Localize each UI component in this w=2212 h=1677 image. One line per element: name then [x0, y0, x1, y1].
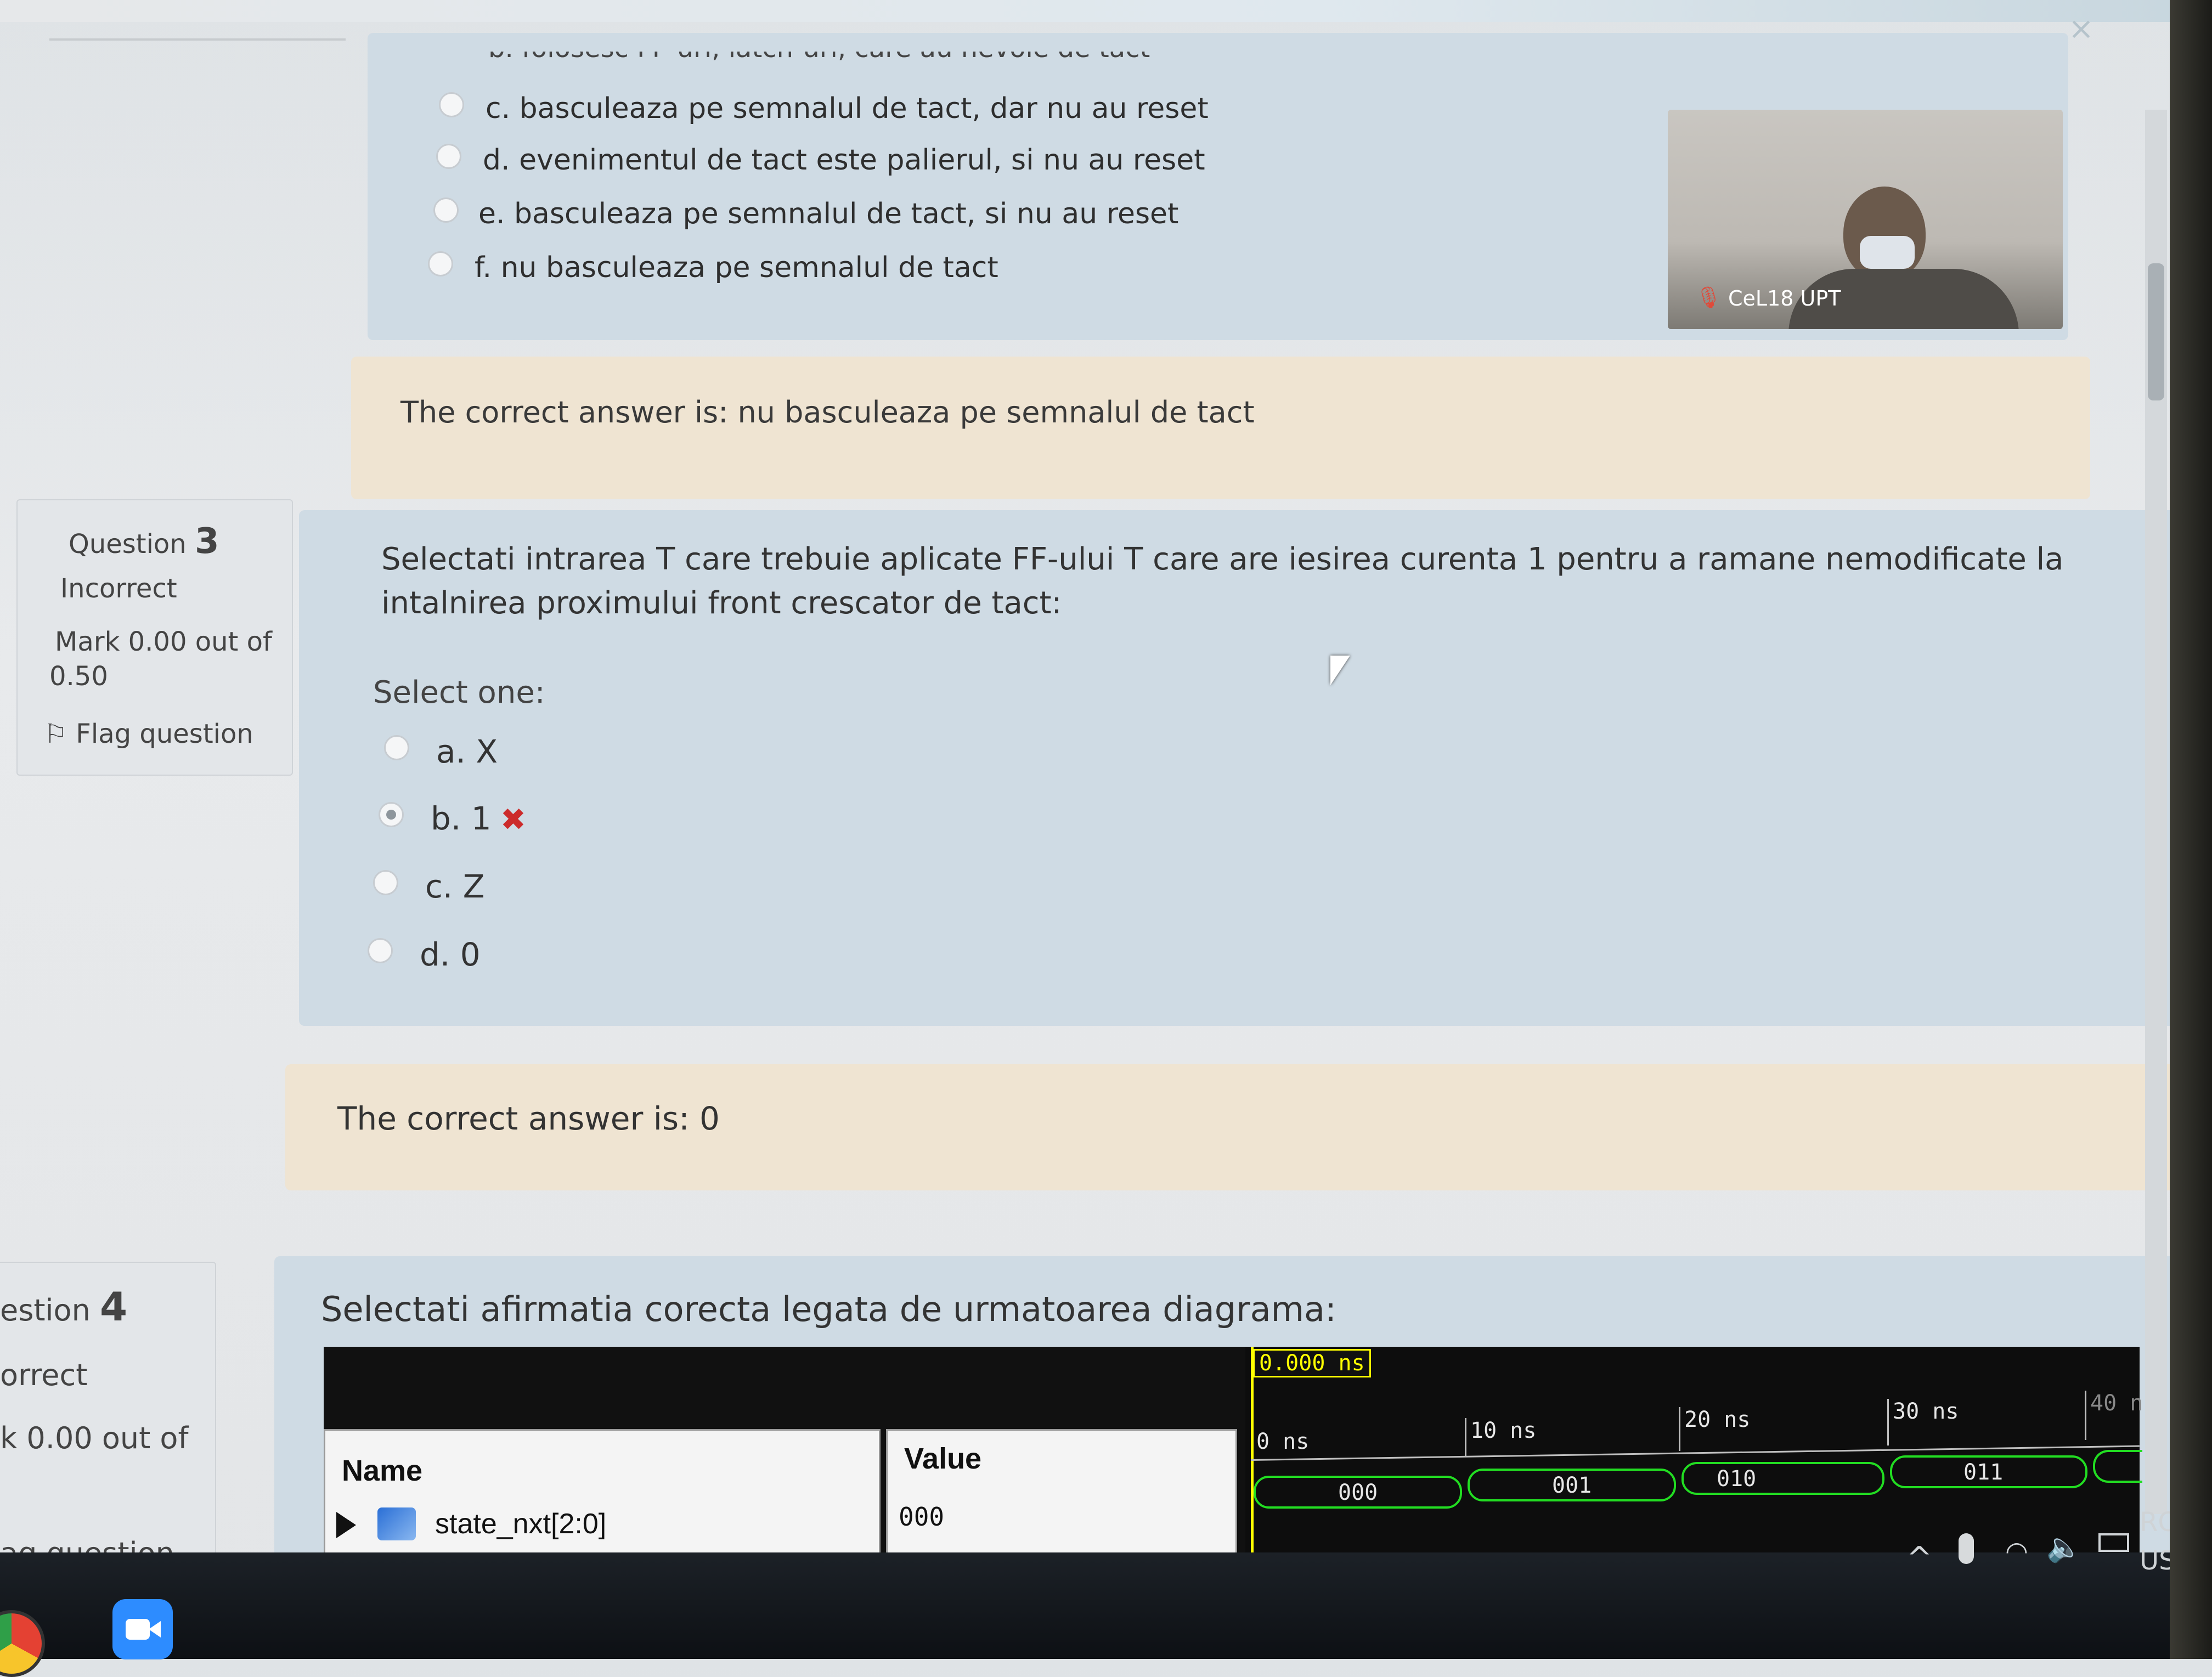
value-column-header: Value 000 — [886, 1429, 1237, 1555]
option-c-label: c. Z — [425, 868, 485, 905]
major-tick — [2085, 1391, 2086, 1440]
question-3-text: Selectati intrarea T care trebuie aplica… — [381, 541, 2064, 621]
time-label-0: 0 ns — [1256, 1429, 1310, 1454]
segment-value: 000 — [1338, 1480, 1378, 1505]
zoom-camera-lens — [149, 1621, 161, 1638]
window-top-bar — [0, 0, 2212, 22]
time-label-10: 10 ns — [1470, 1418, 1537, 1443]
zoom-icon[interactable] — [112, 1599, 173, 1659]
value-header-label: Value — [904, 1442, 982, 1475]
question-4-label: estion 4 — [0, 1284, 127, 1330]
prev-option-c-radio[interactable] — [439, 92, 464, 117]
question-4-status: orrect — [0, 1358, 88, 1392]
participant-name: CeL18 UPT — [1728, 286, 1841, 310]
participant-mask — [1860, 236, 1915, 269]
flag-question-button[interactable]: ⚐ Flag question — [44, 719, 253, 749]
waveform-viewer: Name state_nxt[2:0] Value 000 0.000 ns 0… — [324, 1347, 2156, 1555]
prev-option-e-label: e. basculeaza pe semnalul de tact, si nu… — [478, 197, 1179, 230]
volume-icon[interactable]: 🔈 — [2046, 1531, 2082, 1564]
flag-question-label: Flag question — [76, 719, 253, 749]
bus-segment-000: 000 — [1254, 1476, 1462, 1509]
bus-segment-010: 010 — [1681, 1462, 1884, 1495]
question-4-mark: k 0.00 out of — [0, 1421, 189, 1455]
microphone-icon[interactable] — [1959, 1533, 1974, 1564]
segment-value: 001 — [1552, 1473, 1592, 1498]
question-3-mark-line1: Mark 0.00 out of — [55, 626, 272, 657]
monitor-bezel — [2170, 0, 2212, 1659]
option-d-radio[interactable] — [368, 938, 393, 963]
prev-option-c-label: c. basculeaza pe semnalul de tact, dar n… — [486, 92, 1209, 125]
signal-name[interactable]: state_nxt[2:0] — [435, 1507, 606, 1540]
cursor-line[interactable] — [1251, 1347, 1254, 1555]
divider — [49, 38, 346, 41]
prev-option-f-label: f. nu basculeaza pe semnalul de tact — [475, 251, 998, 284]
name-header-label: Name — [342, 1454, 423, 1487]
cursor-time-label: 0.000 ns — [1253, 1349, 1371, 1377]
option-c-radio[interactable] — [373, 870, 398, 895]
bus-segment-next — [2093, 1450, 2142, 1483]
prev-option-f-radio[interactable] — [428, 251, 453, 276]
prev-correct-answer-text: The correct answer is: nu basculeaza pe … — [400, 395, 1255, 430]
question-number: 3 — [194, 521, 219, 562]
question-4-text: Selectati afirmatia corecta legata de ur… — [321, 1289, 1336, 1329]
option-b-radio[interactable] — [379, 802, 404, 827]
prev-option-d-radio[interactable] — [436, 144, 461, 169]
select-one-label: Select one: — [373, 675, 545, 710]
time-label-20: 20 ns — [1684, 1407, 1751, 1432]
option-b-label: b. 1 — [431, 800, 492, 837]
segment-value: 010 — [1717, 1466, 1757, 1492]
zoom-camera-glyph — [126, 1619, 150, 1640]
bus-segment-001: 001 — [1468, 1469, 1676, 1501]
major-tick — [1679, 1407, 1680, 1451]
video-participant-tile[interactable]: 🎙 CeL18 UPT — [1668, 110, 2063, 329]
signal-bus-icon — [377, 1507, 416, 1540]
option-d-label: d. 0 — [420, 936, 481, 973]
question-3-status: Incorrect — [60, 573, 177, 604]
question-3-label: Question 3 — [69, 521, 219, 562]
expand-arrow-icon[interactable] — [336, 1512, 356, 1538]
close-icon[interactable]: × — [2068, 11, 2094, 47]
signal-value: 000 — [899, 1502, 945, 1532]
question-3-mark-line2: 0.50 — [49, 661, 108, 692]
option-a-label: a. X — [436, 733, 498, 770]
question-3-correct-answer-text: The correct answer is: 0 — [337, 1100, 720, 1137]
scrollbar-thumb[interactable] — [2148, 263, 2164, 400]
name-column-header: Name state_nxt[2:0] — [324, 1429, 881, 1555]
mouse-cursor — [1330, 656, 1350, 685]
major-tick — [1465, 1418, 1466, 1456]
waveform-area[interactable]: 0.000 ns 0 ns 10 ns 20 ns 30 ns 40 ns 00… — [1245, 1347, 2156, 1555]
prev-option-e-radio[interactable] — [433, 197, 459, 223]
segment-value: 011 — [1963, 1460, 2004, 1485]
show-hidden-icons[interactable]: ^ — [1906, 1540, 1932, 1576]
time-label-30: 30 ns — [1893, 1399, 1959, 1424]
muted-mic-icon: 🎙 — [1695, 285, 1722, 309]
taskbar — [0, 1552, 2212, 1659]
question-number: 4 — [99, 1284, 128, 1330]
major-tick — [1887, 1399, 1889, 1446]
battery-icon[interactable] — [2098, 1533, 2129, 1552]
wifi-icon[interactable]: ◠ — [2005, 1536, 2028, 1567]
incorrect-x-icon: ✖ — [500, 802, 526, 838]
flag-icon: ⚐ — [44, 719, 68, 749]
question-label-text: estion — [0, 1293, 91, 1328]
prev-option-d-label: d. evenimentul de tact este palierul, si… — [483, 144, 1205, 177]
bus-segment-011: 011 — [1890, 1455, 2087, 1488]
question-label-text: Question — [69, 529, 187, 560]
option-a-radio[interactable] — [384, 735, 409, 760]
